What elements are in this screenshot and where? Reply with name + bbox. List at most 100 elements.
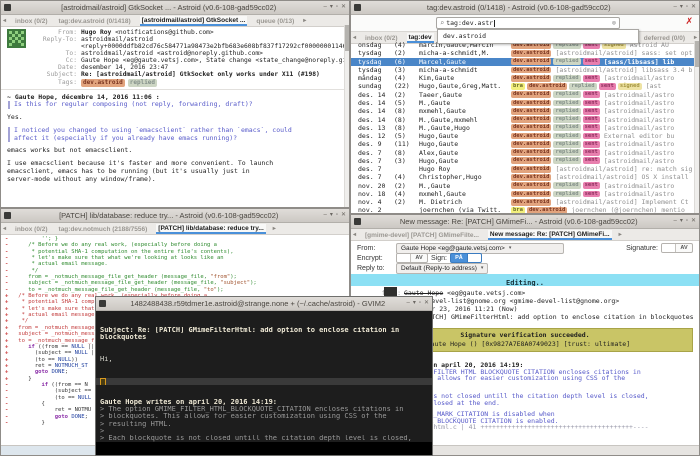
thread-row[interactable]: des. 12(5)Hugo,Gautedev.astroidrepliedse… <box>351 132 699 140</box>
close-icon[interactable]: ✕ <box>691 218 696 225</box>
maximize-icon[interactable]: ▫ <box>336 4 338 11</box>
titlebar[interactable]: [astroidmail/astroid] GtkSocket ... - As… <box>1 1 349 15</box>
tab-inbox[interactable]: inbox (0/2) <box>13 225 50 233</box>
tab-bar: ◂ [gmime-devel] [PATCH] GMimeFilte... Ne… <box>351 229 699 241</box>
shade-icon[interactable]: – <box>673 4 676 11</box>
thread-row[interactable]: nov. 2joernchen (via Twitt.bradev.astroi… <box>351 206 699 213</box>
tag-badge-sent: sent <box>583 149 600 156</box>
tab-scroll-right-icon[interactable]: ▸ <box>273 225 276 232</box>
thread-row[interactable]: des. 7(3)Hugo,Gautedev.astroidrepliedsen… <box>351 157 699 165</box>
tab-scroll-left-icon[interactable]: ◂ <box>3 17 6 24</box>
thread-row[interactable]: des. 9(11)Hugo,Gautedev.astroidrepliedse… <box>351 140 699 148</box>
thread-tags: dev.astroidrepliedsent <box>511 157 602 164</box>
tab-tag-dev-notmuch[interactable]: tag:dev.notmuch (2188/7556) <box>57 225 150 233</box>
vim-cursor <box>100 378 106 385</box>
tab-scroll-right-icon[interactable]: ▸ <box>303 17 306 24</box>
thread-subject: [astroidmail/astroid] sass: set opt <box>555 49 699 57</box>
switch-knob <box>467 254 481 262</box>
thread-authors: joernchen (via Twitt. <box>419 206 511 213</box>
tag-badge-dev.astroid: dev.astroid <box>527 83 567 90</box>
titlebar[interactable]: New message: Re: [PATCH] GMimeFi... - As… <box>351 215 699 229</box>
search-suggestion-dropdown[interactable]: dev.astroid <box>437 29 639 44</box>
tag-badge-dev.astroid: dev.astroid <box>511 124 551 131</box>
scrollbar[interactable] <box>344 25 349 207</box>
tab-inbox[interactable]: inbox (0/2) <box>13 17 50 25</box>
thread-row[interactable]: måndag(4)Kim,Gautedev.astroidrepliedsent… <box>351 74 699 82</box>
tab-patch-lib-database[interactable]: [PATCH] lib/database: reduce try... <box>156 224 265 234</box>
tab-scroll-right-icon[interactable]: ▸ <box>694 34 697 41</box>
thread-row[interactable]: nov. 4(2)M. Dietrichdev.astroid[astroidm… <box>351 198 699 206</box>
thread-row[interactable]: nov. 20(2)M.,Gautedev.astroidrepliedsent… <box>351 182 699 190</box>
maximize-icon[interactable]: ▫ <box>336 212 338 219</box>
thread-subject: [ast <box>646 82 699 90</box>
quoted-line: Is this for regular composing (not reply… <box>8 101 343 109</box>
signature-toggle[interactable]: AV <box>661 243 693 253</box>
tag-badge-replied: replied <box>553 191 580 198</box>
tab-scroll-left-icon[interactable]: ◂ <box>353 231 356 238</box>
encrypt-toggle[interactable]: AV <box>396 253 428 263</box>
titlebar[interactable]: tag:dev.astroid (0/1418) - Astroid (v0.6… <box>351 1 699 15</box>
chevron-down-icon: ▾ <box>481 265 484 271</box>
thread-date: tysdag <box>358 49 394 57</box>
titlebar[interactable]: [PATCH] lib/database: reduce try... - As… <box>1 209 349 223</box>
thread-row[interactable]: des. 7Hugo Roydev.astroid[astroidmail/as… <box>351 165 699 173</box>
shade-icon[interactable]: – <box>673 218 676 225</box>
thread-row[interactable]: des. 14(2)Taeer,Gautedev.astroidreplieds… <box>351 91 699 99</box>
tab-scroll-right-icon[interactable]: ▸ <box>619 231 622 238</box>
thread-row[interactable]: nov. 18(4)mxmehl,Gautedev.astroidreplied… <box>351 190 699 198</box>
close-icon[interactable]: ✕ <box>691 4 696 11</box>
thread-tags: dev.astroid <box>511 199 553 206</box>
thread-row[interactable]: des. 14(5)M.,Gautedev.astroidrepliedsent… <box>351 99 699 107</box>
vim-command-line <box>96 442 432 455</box>
tab-queue[interactable]: queue (0/13) <box>254 17 296 25</box>
close-icon[interactable]: ✕ <box>341 212 346 219</box>
shade-icon[interactable]: – <box>323 4 326 11</box>
vim-edit-area[interactable]: Subject: Re: [PATCH] GMimeFilterHtml: ad… <box>96 311 432 453</box>
thread-row[interactable]: des. 13(8)M.,Gaute,Hugodev.astroidreplie… <box>351 124 699 132</box>
maximize-icon[interactable]: ▫ <box>419 300 421 307</box>
thread-row[interactable]: des. 14(8)M.,Gaute,mxmehldev.astroidrepl… <box>351 115 699 123</box>
titlebar[interactable]: 1482488438.r59tdmer1e.astroid@strange.no… <box>96 297 432 311</box>
tab-new-message[interactable]: New message: Re: [PATCH] GMimeFi... <box>488 230 612 240</box>
scrollbar-thumb[interactable] <box>345 25 349 51</box>
tab-scroll-left-icon[interactable]: ◂ <box>353 34 356 41</box>
thread-row[interactable]: sundag(22)Hugo,Gaute,Greg,Matt.bradev.as… <box>351 82 699 90</box>
thread-row[interactable]: tysdag(3)micha-a-schmidtdev.astroid[astr… <box>351 66 699 74</box>
tab-scroll-left-icon[interactable]: ◂ <box>3 225 6 232</box>
from-select[interactable]: Gaute Hope <eg@gaute.vetsj.com> ▾ <box>396 243 564 254</box>
thread-row[interactable]: des. 7(4)Christopher,Hugodev.astroid[ast… <box>351 173 699 181</box>
tab-dev-astroid[interactable]: tag:dev.astroid (0/1418) <box>57 17 133 25</box>
thread-subject: [astroidmail/astro <box>604 140 699 148</box>
minimize-icon[interactable]: ▾ <box>680 218 683 225</box>
sign-toggle[interactable]: PÅ <box>450 253 482 263</box>
minimize-icon[interactable]: ▾ <box>330 4 333 11</box>
tab-gtksocket-thread[interactable]: [astroidmail/astroid] GtkSocket ... <box>140 16 248 26</box>
thread-row[interactable]: des. 14(8)mxmehl,Gautedev.astroidreplied… <box>351 107 699 115</box>
close-icon[interactable]: ✕ <box>424 300 429 307</box>
clear-search-icon[interactable]: ⊗ <box>612 19 616 27</box>
close-icon[interactable]: ✕ <box>341 4 346 11</box>
shade-icon[interactable]: – <box>323 212 326 219</box>
tag-badge-replied: replied <box>553 141 580 148</box>
maximize-icon[interactable]: ▫ <box>686 218 688 225</box>
shade-icon[interactable]: – <box>406 300 409 307</box>
tag-badge-dev.astroid: dev.astroid <box>511 133 551 140</box>
thread-row[interactable]: tysdag(6)Marcel,Gautedev.astroidreplieds… <box>351 58 699 66</box>
thread-row[interactable]: tysdag(2)micha-a-schmidt,M.dev.astroid[a… <box>351 49 699 57</box>
minimize-icon[interactable]: ▾ <box>330 212 333 219</box>
minimize-icon[interactable]: ▾ <box>680 4 683 11</box>
thread-row[interactable]: des. 7(8)Alex,Gautedev.astroidrepliedsen… <box>351 148 699 156</box>
tag-badge-sent: sent <box>599 83 616 90</box>
minimize-icon[interactable]: ▾ <box>413 300 416 307</box>
replyto-select[interactable]: Default (Reply-to address) ▾ <box>396 263 488 274</box>
search-input[interactable]: ⌕ tag:dev.astr ⊗ <box>436 17 620 29</box>
scrollbar[interactable] <box>694 41 699 213</box>
tag-badge-dev.astroid: dev.astroid <box>511 50 551 57</box>
tab-gmime-devel-patch[interactable]: [gmime-devel] [PATCH] GMimeFilte... <box>363 231 481 239</box>
tag-badge-dev.astroid: dev.astroid <box>511 174 551 181</box>
scrollbar-thumb[interactable] <box>695 41 699 67</box>
cancel-search-icon[interactable]: ✗ <box>685 17 693 27</box>
tag-badge-sent: sent <box>583 91 600 98</box>
maximize-icon[interactable]: ▫ <box>686 4 688 11</box>
cc-label: Cc: <box>33 57 77 64</box>
